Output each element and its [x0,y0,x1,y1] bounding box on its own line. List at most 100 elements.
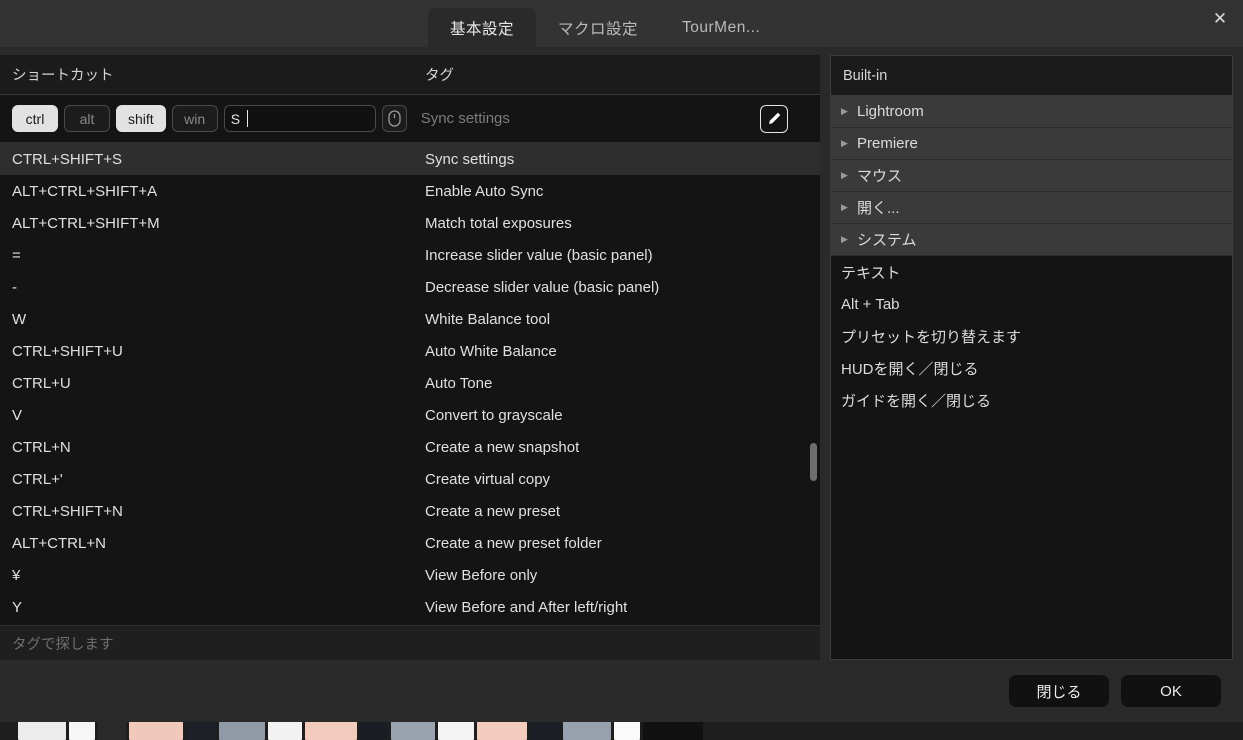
tree-group[interactable]: ▶ 開く... [831,192,1232,224]
table-row[interactable]: CTRL+SHIFT+U Auto White Balance [0,335,820,367]
tree-group[interactable]: ▶ Premiere [831,128,1232,160]
table-row[interactable]: CTRL+' Create virtual copy [0,463,820,495]
modifier-key-shift[interactable]: shift [116,105,166,132]
tree-item-label: 開く... [857,200,900,217]
column-headers: ショートカット タグ [0,55,820,95]
row-tag: Convert to grayscale [425,406,563,424]
row-tag: Create a new snapshot [425,438,580,456]
editor-tag-value: Sync settings [420,110,510,127]
tree-item[interactable]: テキスト [831,256,1232,288]
chevron-right-icon[interactable]: ▶ [841,202,857,213]
row-tag: Increase slider value (basic panel) [425,246,653,264]
builtin-tree-panel: Built-in ▶ Lightroom ▶ Premiere ▶ マウス ▶ 開く... ▶ シ… [830,55,1233,660]
column-header-shortcut: ショートカット [12,68,114,84]
chevron-right-icon[interactable]: ▶ [841,234,857,245]
tab-strip: 基本設定 マクロ設定 TourMen... [428,0,782,47]
builtin-tree: ▶ Lightroom ▶ Premiere ▶ マウス ▶ 開く... ▶ システム テキスト Al… [831,96,1232,659]
column-header-tag: タグ [425,68,454,84]
shortcut-list: CTRL+SHIFT+S Sync settings ALT+CTRL+SHIFT+… [0,143,820,625]
row-shortcut: CTRL+SHIFT+N [12,502,123,520]
settings-dialog: 基本設定 マクロ設定 TourMen... ✕ ショートカット タグ ctrl alt… [0,0,1243,722]
table-row[interactable]: CTRL+U Auto Tone [0,367,820,399]
tree-item-label: マウス [857,168,903,185]
tag-search-input[interactable]: タグで探します [0,625,820,660]
row-shortcut: - [12,278,17,296]
tree-item-label: ガイドを開く／閉じる [841,392,992,410]
row-shortcut: Y [12,598,23,616]
table-row[interactable]: CTRL+SHIFT+N Create a new preset [0,495,820,527]
scrollbar-thumb[interactable] [810,443,817,481]
shortcut-list-wrapper: CTRL+SHIFT+S Sync settings ALT+CTRL+SHIFT+… [0,143,820,625]
chevron-right-icon[interactable]: ▶ [841,138,857,149]
row-shortcut: CTRL+U [12,374,71,392]
row-shortcut: V [12,406,23,424]
modifier-key-alt[interactable]: alt [64,105,110,132]
row-tag: Match total exposures [425,214,572,232]
tree-item[interactable]: Alt + Tab [831,288,1232,320]
tree-group[interactable]: ▶ Lightroom [831,96,1232,128]
row-tag: Create a new preset [425,502,561,520]
row-tag: View Before only [425,566,538,584]
table-row[interactable]: ALT+CTRL+SHIFT+A Enable Auto Sync [0,175,820,207]
row-tag: White Balance tool [425,310,551,328]
mouse-icon[interactable] [381,105,407,132]
row-tag: Decrease slider value (basic panel) [425,278,660,296]
row-shortcut: CTRL+' [12,470,63,488]
close-icon[interactable]: ✕ [1197,0,1243,38]
row-shortcut: ¥ [12,566,21,584]
row-tag: View Before and After left/right [425,598,628,616]
row-shortcut: ALT+CTRL+SHIFT+A [12,182,158,200]
tree-item-label: Premiere [857,135,918,152]
row-tag: Sync settings [425,150,515,168]
table-row[interactable]: Y View Before and After left/right [0,591,820,623]
modifier-key-ctrl[interactable]: ctrl [12,105,58,132]
close-button[interactable]: 閉じる [1009,675,1109,707]
dialog-body: ショートカット タグ ctrl alt shift win S Sync settin… [0,47,1243,660]
chevron-right-icon[interactable]: ▶ [841,106,857,117]
modifier-key-win[interactable]: win [171,105,218,132]
tree-group[interactable]: ▶ システム [831,224,1232,256]
tree-group[interactable]: ▶ マウス [831,160,1232,192]
row-shortcut: ALT+CTRL+N [12,534,106,552]
tree-item[interactable]: プリセットを切り替えます [831,320,1232,352]
row-tag: Auto White Balance [425,342,557,360]
row-tag: Create virtual copy [425,470,551,488]
tree-item-label: テキスト [841,264,901,282]
table-row[interactable]: CTRL+N Create a new snapshot [0,431,820,463]
table-row[interactable]: ALT+CTRL+SHIFT+M Match total exposures [0,207,820,239]
ok-button[interactable]: OK [1121,675,1221,707]
pencil-icon[interactable] [760,104,788,133]
row-shortcut: = [12,246,21,264]
table-row[interactable]: ¥ View Before only [0,559,820,591]
key-input-value: S [230,110,241,127]
chevron-right-icon[interactable]: ▶ [841,170,857,181]
dialog-titlebar: 基本設定 マクロ設定 TourMen... ✕ [0,0,1243,47]
tab-2[interactable]: TourMen... [660,8,782,47]
table-row[interactable]: W White Balance tool [0,303,820,335]
tab-1[interactable]: マクロ設定 [536,8,660,47]
modifier-key-group: ctrl alt shift win [12,105,224,132]
text-caret [247,110,249,127]
tree-item[interactable]: ガイドを開く／閉じる [831,384,1232,416]
builtin-panel-title: Built-in [831,56,1232,96]
vertical-scrollbar[interactable] [810,143,817,625]
table-row[interactable]: CTRL+SHIFT+S Sync settings [0,143,820,175]
tab-0[interactable]: 基本設定 [428,8,537,47]
row-shortcut: W [12,310,27,328]
shortcut-list-panel: ショートカット タグ ctrl alt shift win S Sync settin… [0,55,820,660]
shortcut-editor-row: ctrl alt shift win S Sync settings [0,95,820,143]
tree-item[interactable]: HUDを開く／閉じる [831,352,1232,384]
key-input[interactable]: S [223,105,376,132]
row-shortcut: CTRL+N [12,438,71,456]
tree-item-label: HUDを開く／閉じる [841,360,979,378]
tree-item-label: システム [857,232,917,249]
row-tag: Enable Auto Sync [425,182,544,200]
table-row[interactable]: ALT+CTRL+N Create a new preset folder [0,527,820,559]
row-tag: Create a new preset folder [425,534,602,552]
table-row[interactable]: = Increase slider value (basic panel) [0,239,820,271]
table-row[interactable]: V Convert to grayscale [0,399,820,431]
tree-item-label: Alt + Tab [841,295,900,313]
dialog-footer: 閉じる OK [0,660,1243,722]
table-row[interactable]: - Decrease slider value (basic panel) [0,271,820,303]
tree-item-label: プリセットを切り替えます [841,328,1022,346]
